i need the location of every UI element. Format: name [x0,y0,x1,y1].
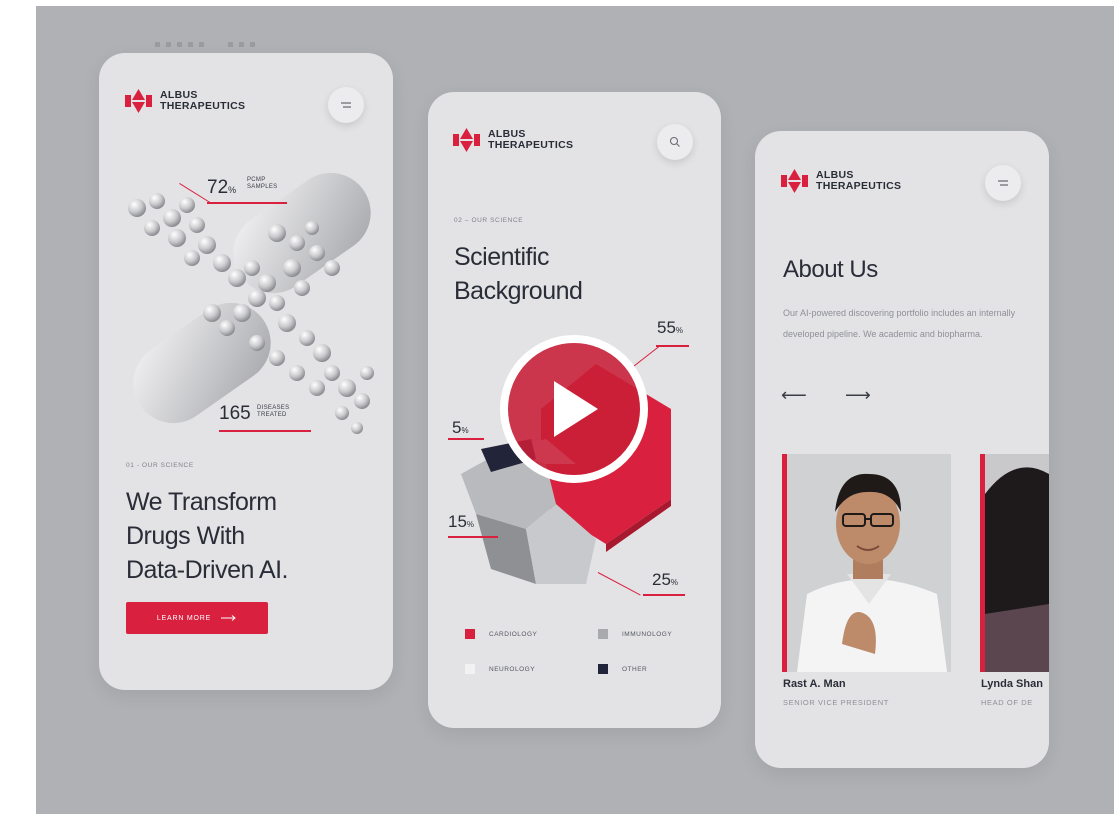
stat-label: PCMP SAMPLES [247,177,278,190]
stat-underline [219,430,311,432]
arrow-right-icon [221,615,236,621]
legend-swatch [465,629,475,639]
brand-logo[interactable]: ALBUS THERAPEUTICS [125,89,245,113]
legend-other: OTHER [598,664,647,674]
menu-icon [341,102,351,108]
member-photo[interactable] [985,454,1049,672]
phone-screen-about: ALBUS THERAPEUTICS About Us Our AI-power… [755,131,1049,768]
brand-name: ALBUS THERAPEUTICS [488,129,573,151]
pct-label-5: 5% [452,418,469,437]
section-title: Scientific Background [454,243,583,305]
pct-label-55: 55% [657,318,684,337]
menu-button[interactable] [985,165,1021,201]
legend-immunology: IMMUNOLOGY [598,629,672,639]
brand-name: ALBUS THERAPEUTICS [816,170,901,192]
pct-label-15: 15% [448,512,475,531]
legend-label: OTHER [622,665,648,673]
stat-percentage: 72% [207,177,237,198]
member-name: Lynda Shan [981,678,1043,690]
next-arrow-button[interactable]: ⟶ [845,386,871,404]
search-icon [669,136,680,147]
stat-label: DISEASES TREATED [257,405,290,418]
pct-underline [448,438,484,440]
about-title: About Us [783,256,878,283]
section-eyebrow: 02 – OUR SCIENCE [454,217,524,224]
learn-more-label: LEARN MORE [156,614,212,622]
brand-line-2: THERAPEUTICS [816,180,902,192]
legend-swatch [465,664,475,674]
hero-title: We Transform Drugs With Data-Driven AI. [126,488,289,584]
stat-count: 165 [219,403,251,424]
prev-arrow-button[interactable]: ⟵ [781,386,807,404]
play-icon [554,381,598,437]
legend-label: IMMUNOLOGY [622,630,673,638]
member-photo[interactable] [787,454,951,672]
pct-underline [656,345,689,347]
brand-logo[interactable]: ALBUS THERAPEUTICS [453,128,573,152]
brand-line-2: THERAPEUTICS [488,139,574,151]
albus-logo-icon [125,89,152,113]
capsule-illustration [128,173,374,434]
decorative-dots [228,42,255,48]
legend-swatch [598,664,608,674]
search-button[interactable] [657,124,693,160]
albus-logo-icon [781,169,808,193]
pct-underline [643,594,685,596]
legend-cardiology: CARDIOLOGY [465,629,537,639]
legend-swatch [598,629,608,639]
brand-line-2: THERAPEUTICS [160,100,246,112]
brand-name: ALBUS THERAPEUTICS [160,90,245,112]
legend-label: NEUROLOGY [489,665,536,673]
member-name: Rast A. Man [783,678,846,690]
legend-label: CARDIOLOGY [489,630,538,638]
stat-underline [207,202,287,204]
menu-icon [998,180,1008,186]
menu-button[interactable] [328,87,364,123]
member-role: SENIOR VICE PRESIDENT [783,698,889,707]
person-portrait-icon [985,454,1049,672]
pct-label-25: 25% [652,570,679,589]
albus-logo-icon [453,128,480,152]
learn-more-button[interactable]: LEARN MORE [126,602,268,634]
legend-neurology: NEUROLOGY [465,664,535,674]
video-play-button[interactable] [500,335,648,483]
phone-screen-home: ALBUS THERAPEUTICS 72% PCMP SAMPLES 165 … [99,53,393,690]
section-eyebrow: 01 - OUR SCIENCE [126,462,194,469]
person-portrait-icon [787,454,951,672]
decorative-dots [155,42,204,48]
brand-logo[interactable]: ALBUS THERAPEUTICS [781,169,901,193]
member-role: HEAD OF DE [981,698,1033,707]
about-description: Our AI-powered discovering portfolio inc… [783,308,1016,339]
pct-underline [448,536,498,538]
